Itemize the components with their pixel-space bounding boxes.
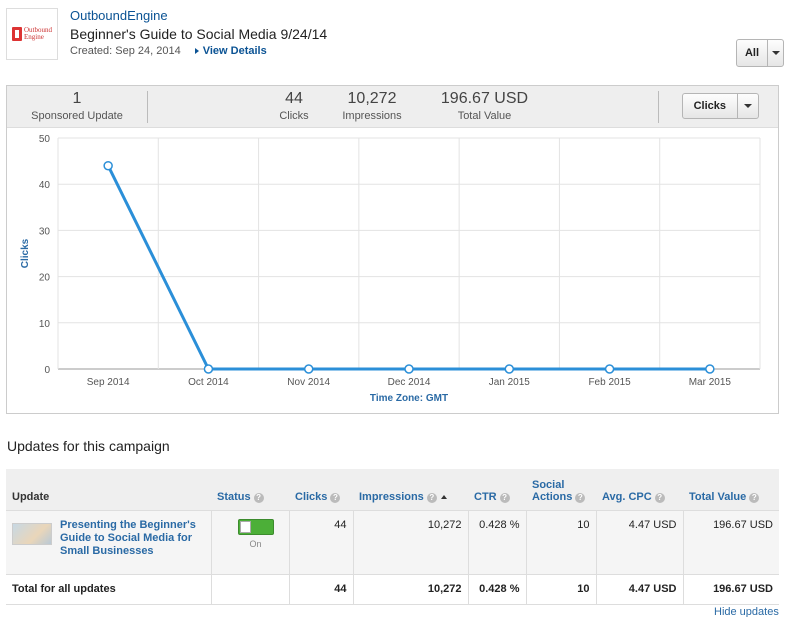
column-header-avg-cpc[interactable]: Avg. CPC?	[596, 469, 683, 511]
metric-dropdown[interactable]: Clicks	[682, 93, 759, 119]
stat-impressions: 10,272 Impressions	[342, 90, 402, 122]
help-icon[interactable]: ?	[426, 492, 437, 503]
y-tick-label: 20	[39, 273, 51, 284]
data-point[interactable]	[705, 364, 715, 374]
performance-panel: 1 Sponsored Update 44 Clicks 10,272 Impr…	[6, 85, 779, 414]
total-clicks: 44	[288, 573, 353, 605]
column-header-impressions[interactable]: Impressions?	[353, 469, 468, 511]
status-cell: On	[210, 510, 289, 574]
x-tick-label: Nov 2014	[287, 377, 330, 388]
campaign-title: Beginner's Guide to Social Media 9/24/14	[70, 26, 328, 42]
help-icon[interactable]: ?	[253, 492, 264, 503]
column-header-ctr[interactable]: CTR?	[468, 469, 526, 511]
update-title-link[interactable]: Presenting the Beginner's Guide to Socia…	[60, 519, 205, 558]
x-tick-label: Jan 2015	[489, 377, 531, 388]
updates-section-title: Updates for this campaign	[7, 438, 170, 454]
data-point[interactable]	[103, 160, 113, 171]
total-value: 196.67 USD	[682, 573, 779, 605]
updates-table: Update Status? Clicks? Impressions? CTR?…	[6, 469, 779, 605]
data-point[interactable]	[203, 364, 214, 374]
stat-clicks: 44 Clicks	[279, 90, 309, 122]
x-tick-label: Feb 2015	[588, 377, 631, 388]
x-tick-label: Dec 2014	[388, 377, 431, 388]
data-point[interactable]	[303, 364, 314, 374]
sort-ascending-icon	[440, 494, 447, 499]
clicks-line-chart: 0 10 20 30 40 50 Sep 2014 Oct 2014 Nov 2014 Dec …	[20, 134, 761, 404]
ctr-cell: 0.428 %	[467, 510, 526, 574]
view-details-link[interactable]: View Details	[194, 45, 267, 57]
filter-dropdown-label: All	[744, 47, 760, 59]
company-link[interactable]: OutboundEngine	[70, 8, 168, 23]
chevron-down-icon	[771, 51, 780, 55]
social-actions-cell: 10	[525, 510, 596, 574]
x-tick-label: Mar 2015	[689, 377, 732, 388]
stat-total-value: 196.67 USD Total Value	[440, 90, 529, 122]
y-tick-label: 50	[39, 134, 51, 145]
avg-cpc-cell: 4.47 USD	[595, 510, 683, 574]
table-row: Presenting the Beginner's Guide to Socia…	[6, 510, 779, 574]
created-row: Created: Sep 24, 2014 View Details	[70, 45, 267, 57]
total-social-actions: 10	[525, 573, 596, 605]
x-tick-label: Sep 2014	[87, 377, 130, 388]
filter-dropdown[interactable]: All	[736, 39, 784, 67]
hide-updates-link[interactable]: Hide updates »	[714, 606, 786, 617]
column-header-update[interactable]: Update	[6, 469, 211, 511]
impressions-cell: 10,272	[352, 510, 468, 574]
data-point[interactable]	[604, 364, 615, 374]
update-thumbnail[interactable]	[12, 522, 52, 545]
help-icon[interactable]: ?	[749, 492, 760, 503]
column-header-social-actions[interactable]: Social Actions?	[526, 469, 596, 511]
triangle-right-icon	[194, 48, 199, 54]
metric-dropdown-label: Clicks	[693, 100, 726, 112]
y-tick-label: 10	[39, 319, 51, 330]
toggle-knob	[239, 520, 251, 533]
logo-icon	[12, 27, 22, 41]
status-label: On	[249, 538, 262, 549]
total-avg-cpc: 4.47 USD	[595, 573, 683, 605]
column-header-total-value[interactable]: Total Value?	[683, 469, 779, 511]
update-cell: Presenting the Beginner's Guide to Socia…	[6, 510, 211, 574]
data-point[interactable]	[404, 364, 414, 374]
divider	[658, 91, 659, 123]
y-tick-label: 0	[44, 365, 50, 376]
company-logo: Outbound Engine	[6, 8, 58, 60]
series-line	[106, 165, 710, 371]
created-date: Created: Sep 24, 2014	[70, 45, 181, 57]
help-icon[interactable]: ?	[330, 492, 341, 503]
help-icon[interactable]: ?	[654, 492, 665, 503]
help-icon[interactable]: ?	[499, 492, 510, 503]
status-toggle[interactable]	[237, 518, 274, 535]
y-tick-label: 30	[39, 226, 51, 237]
stat-sponsored: 1 Sponsored Update	[31, 90, 123, 122]
chevron-down-icon	[743, 104, 752, 108]
help-icon[interactable]: ?	[575, 492, 586, 503]
total-row: Total for all updates 44 10,272 0.428 % …	[6, 573, 779, 605]
x-axis-label: Time Zone: GMT	[370, 393, 448, 404]
divider	[147, 91, 148, 123]
clicks-cell: 44	[288, 510, 353, 574]
total-impressions: 10,272	[352, 573, 468, 605]
total-label: Total for all updates	[6, 573, 211, 605]
data-point[interactable]	[504, 364, 515, 374]
table-header-row: Update Status? Clicks? Impressions? CTR?…	[6, 469, 779, 511]
x-tick-label: Oct 2014	[188, 377, 229, 388]
total-value-cell: 196.67 USD	[682, 510, 779, 574]
column-header-clicks[interactable]: Clicks?	[289, 469, 353, 511]
column-header-status[interactable]: Status?	[211, 469, 289, 511]
y-tick-label: 40	[39, 180, 51, 191]
total-ctr: 0.428 %	[467, 573, 526, 605]
y-axis-label: Clicks	[20, 238, 31, 268]
stats-bar: 1 Sponsored Update 44 Clicks 10,272 Impr…	[7, 86, 778, 128]
